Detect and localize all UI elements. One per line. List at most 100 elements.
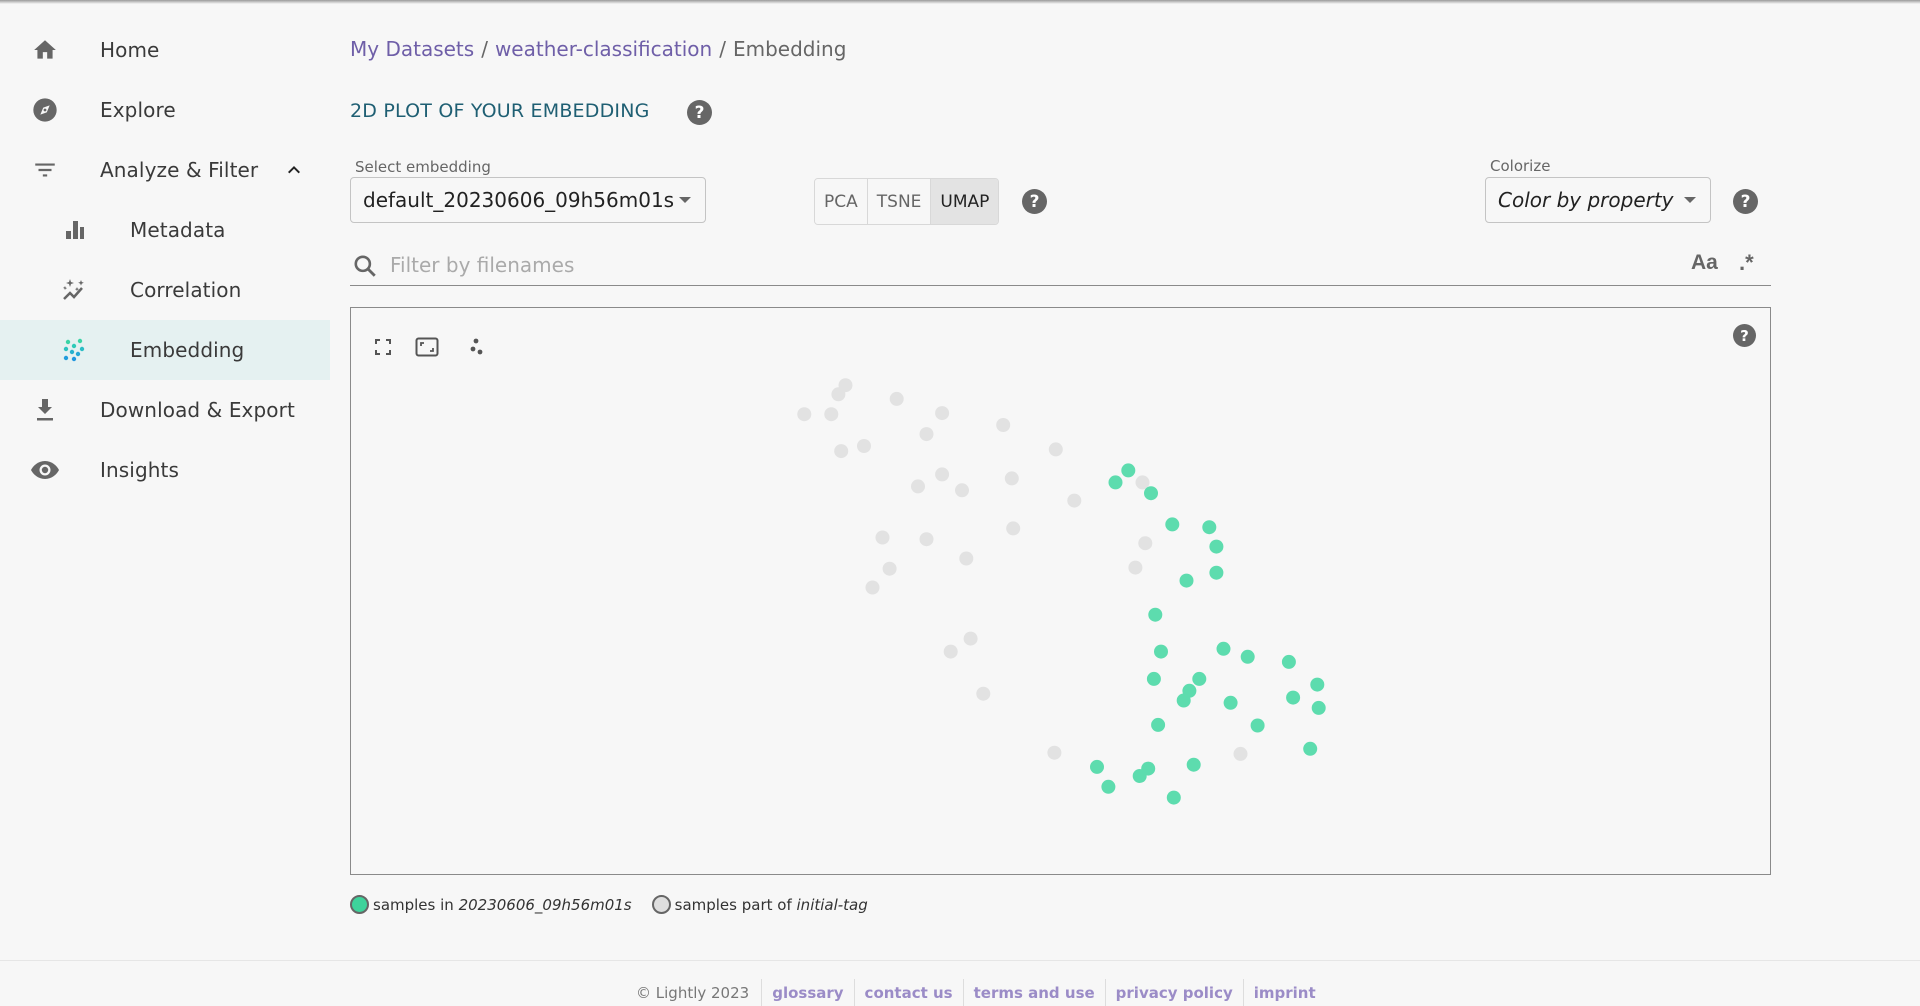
sidebar-item-home[interactable]: Home [0,20,330,80]
filter-icon [30,155,60,185]
embedding-plot[interactable]: ? [350,307,1771,875]
series-selected [1090,463,1326,805]
sparkle-chart-icon [60,275,90,305]
projection-help-icon[interactable]: ? [1022,189,1047,214]
scatter-point[interactable] [935,406,950,421]
plot-legend: samples in 20230606_09h56m01s samples pa… [350,895,888,914]
scatter-point[interactable] [1166,790,1181,805]
scatter-point[interactable] [976,686,991,701]
scatter-point[interactable] [919,427,934,442]
scatter-point[interactable] [1151,717,1166,732]
sidebar-item-download-export[interactable]: Download & Export [0,380,330,440]
embedding-select-value: default_20230606_09h56m01s [363,188,675,212]
scatter-point[interactable] [955,483,969,498]
sidebar-item-metadata[interactable]: Metadata [0,200,330,260]
scatter-point[interactable] [1138,536,1153,551]
scatter-point[interactable] [1101,779,1116,794]
scatter-point[interactable] [1179,573,1194,588]
sidebar-item-correlation[interactable]: Correlation [0,260,330,320]
scatter-point[interactable] [824,407,839,422]
filename-filter-input[interactable] [390,250,1630,280]
breadcrumb-my-datasets[interactable]: My Datasets [350,37,474,61]
projection-tsne-button[interactable]: TSNE [867,179,932,224]
scatter-point[interactable] [1209,565,1224,580]
sidebar-item-embedding[interactable]: Embedding [0,320,330,380]
sidebar-item-analyze-filter[interactable]: Analyze & Filter [0,140,330,200]
scatter-point[interactable] [919,532,934,547]
scatter-point[interactable] [1209,539,1224,554]
sidebar-item-label: Metadata [130,218,226,242]
download-icon [30,395,60,425]
embedding-select[interactable]: default_20230606_09h56m01s [350,177,706,223]
regex-toggle[interactable]: .* [1739,250,1754,276]
scatter-point[interactable] [1132,769,1147,783]
scatter-point[interactable] [1146,671,1161,686]
projection-umap-button[interactable]: UMAP [931,179,999,224]
scatter-point[interactable] [1048,442,1063,457]
scatter-point[interactable] [1216,641,1231,656]
scatter-point[interactable] [865,580,880,595]
footer-link-contact[interactable]: contact us [853,979,963,1006]
scatter-point[interactable] [1154,644,1168,659]
scatter-point[interactable] [1108,475,1123,490]
scatter-point[interactable] [1310,677,1325,692]
scatter-point[interactable] [1223,695,1238,710]
legend-item-selected[interactable]: samples in 20230606_09h56m01s [350,895,632,914]
footer-link-privacy[interactable]: privacy policy [1104,979,1243,1006]
dropdown-arrow-icon [679,197,691,203]
colorize-help-icon[interactable]: ? [1733,189,1758,214]
colorize-select[interactable]: Color by property [1485,177,1711,223]
search-icon [352,253,378,279]
scatter-point[interactable] [1148,607,1163,622]
scatter-point[interactable] [1192,671,1207,686]
scatter-point[interactable] [1250,718,1265,733]
scatter-point[interactable] [1303,741,1318,756]
scatter-point[interactable] [911,479,925,494]
breadcrumb-dataset[interactable]: weather-classification [495,37,712,61]
projection-pca-button[interactable]: PCA [815,179,868,224]
scatter-point[interactable] [1121,463,1136,478]
scatter-point[interactable] [1047,745,1062,760]
scatter-point[interactable] [1240,649,1255,664]
footer-link-imprint[interactable]: imprint [1242,979,1326,1006]
scatter-point[interactable] [1186,757,1201,772]
legend-name: 20230606_09h56m01s [458,895,632,914]
scatter-point[interactable] [857,439,871,453]
scatter-point[interactable] [1090,759,1104,774]
scatter-point[interactable] [959,551,974,566]
legend-item-initial-tag[interactable]: samples part of initial-tag [651,895,868,914]
projection-toggle-group: PCA TSNE UMAP [814,178,1000,225]
footer-link-glossary[interactable]: glossary [761,979,853,1006]
chevron-up-icon[interactable] [282,158,306,182]
scatter-point[interactable] [943,644,958,659]
filename-filter: Aa .* [350,248,1771,286]
scatter-point[interactable] [996,418,1011,432]
scatter-point[interactable] [1311,700,1326,715]
scatter-point[interactable] [1286,690,1301,705]
sidebar-item-explore[interactable]: Explore [0,80,330,140]
scatter-point[interactable] [1067,493,1082,508]
scatter-point[interactable] [935,467,950,482]
scatter-point[interactable] [889,391,904,406]
scatter-point[interactable] [963,631,978,646]
scatter-point[interactable] [1281,654,1296,669]
sidebar-item-insights[interactable]: Insights [0,440,330,500]
match-case-toggle[interactable]: Aa [1691,251,1718,275]
scatter-point[interactable] [1006,521,1021,536]
sidebar: Home Explore Analyze & Filter Metadata C… [0,20,330,500]
scatter-point[interactable] [834,444,849,459]
scatter-point[interactable] [1144,486,1158,501]
scatter-point[interactable] [875,530,890,545]
scatter-point[interactable] [1202,520,1217,535]
scatter-point[interactable] [1233,746,1248,761]
help-icon[interactable]: ? [687,100,712,125]
scatter-point[interactable] [1004,471,1019,486]
scatter-point[interactable] [882,561,897,576]
scatter-point[interactable] [797,407,812,422]
scatter-point[interactable] [831,387,846,402]
scatter-point[interactable] [1128,560,1143,575]
scatter-point[interactable] [1176,693,1191,708]
footer-link-terms[interactable]: terms and use [962,979,1105,1006]
eye-icon [30,455,60,485]
scatter-point[interactable] [1165,517,1180,532]
